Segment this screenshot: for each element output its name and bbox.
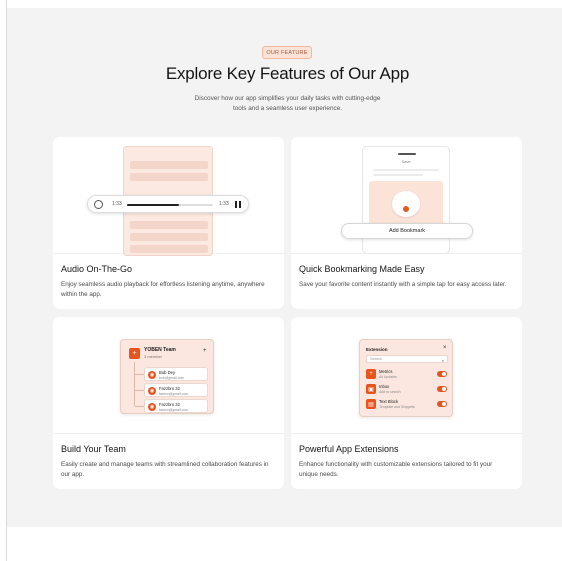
team-member[interactable]: ◉ Fazzbro 32 fazbro@gmail.com [144, 383, 208, 397]
section-subtitle: Discover how our app simplifies your dai… [194, 95, 381, 112]
card-title: Quick Bookmarking Made Easy [299, 264, 425, 274]
extensions-illustration: Extension × Search ⌕ + Metrics All Updat… [291, 317, 522, 434]
progress-fill [127, 204, 179, 206]
team-icon: + [129, 348, 140, 359]
extension-item: ▣ Inbox Add to search [366, 383, 448, 396]
search-input[interactable]: Search ⌕ [366, 355, 448, 363]
extensions-panel: Extension × Search ⌕ + Metrics All Updat… [359, 339, 453, 417]
page: OUR FEATURE Explore Key Features of Our … [0, 0, 562, 561]
card-description: Save your favorite content instantly wit… [299, 281, 507, 288]
close-icon[interactable]: × [443, 345, 447, 351]
audio-player[interactable]: 1:33 1:33 [87, 195, 249, 213]
extension-toggle[interactable] [437, 386, 447, 392]
headphones-icon [94, 200, 103, 209]
search-icon: ⌕ [441, 358, 444, 363]
card-title: Audio On-The-Go [61, 264, 133, 274]
bookmark-illustration: Save Add Bookmark [291, 137, 522, 254]
audio-illustration: 1:33 1:33 [53, 137, 284, 256]
team-panel: + YOBEN Team 3 member + ◉ Bob Dey bob@gm… [120, 339, 214, 414]
add-bookmark-button[interactable]: Add Bookmark [341, 223, 473, 239]
card-title: Build Your Team [61, 444, 126, 454]
card-description: Easily create and manage teams with stre… [61, 461, 269, 478]
card-title: Powerful App Extensions [299, 444, 399, 454]
card-description: Enhance functionality with customizable … [299, 461, 493, 478]
user-icon: ◉ [148, 387, 156, 395]
extension-toggle[interactable] [437, 401, 447, 407]
progress-track[interactable] [127, 204, 213, 206]
feature-card-team: + YOBEN Team 3 member + ◉ Bob Dey bob@gm… [53, 317, 284, 489]
user-icon: ◉ [148, 371, 156, 379]
add-member-icon[interactable]: + [203, 348, 207, 354]
feature-card-bookmark: Save Add Bookmark Quick Bookmarking Made… [291, 137, 522, 309]
extension-toggle[interactable] [437, 371, 447, 377]
extension-item: ▤ Text Block Template and Snippets [366, 398, 448, 411]
text-block-icon: ▤ [366, 399, 376, 409]
card-description: Enjoy seamless audio playback for effort… [61, 281, 265, 298]
mock-header: Save [401, 159, 411, 164]
feature-card-audio: 1:33 1:33 Audio On-The-Go Enjoy seamless… [53, 137, 284, 309]
team-count: 3 member [144, 354, 163, 359]
team-member[interactable]: ◉ Bob Dey bob@gmail.com [144, 367, 208, 381]
team-member[interactable]: ◉ Fazzbro 32 fazbro@gmail.com [144, 399, 208, 413]
section-title: Explore Key Features of Our App [165, 64, 410, 83]
inbox-icon: ▣ [366, 384, 376, 394]
current-time: 1:33 [112, 201, 122, 207]
user-icon: ◉ [148, 403, 156, 411]
section-badge: OUR FEATURE [262, 46, 312, 59]
team-illustration: + YOBEN Team 3 member + ◉ Bob Dey bob@gm… [53, 317, 284, 434]
pause-icon[interactable] [235, 201, 241, 208]
team-name: YOBEN Team [144, 347, 176, 353]
feature-card-extensions: Extension × Search ⌕ + Metrics All Updat… [291, 317, 522, 489]
extensions-header: Extension [366, 347, 388, 352]
extension-item: + Metrics All Updates [366, 368, 448, 381]
total-time: 1:33 [219, 201, 229, 207]
metrics-icon: + [366, 369, 376, 379]
earbuds-image [392, 191, 420, 217]
